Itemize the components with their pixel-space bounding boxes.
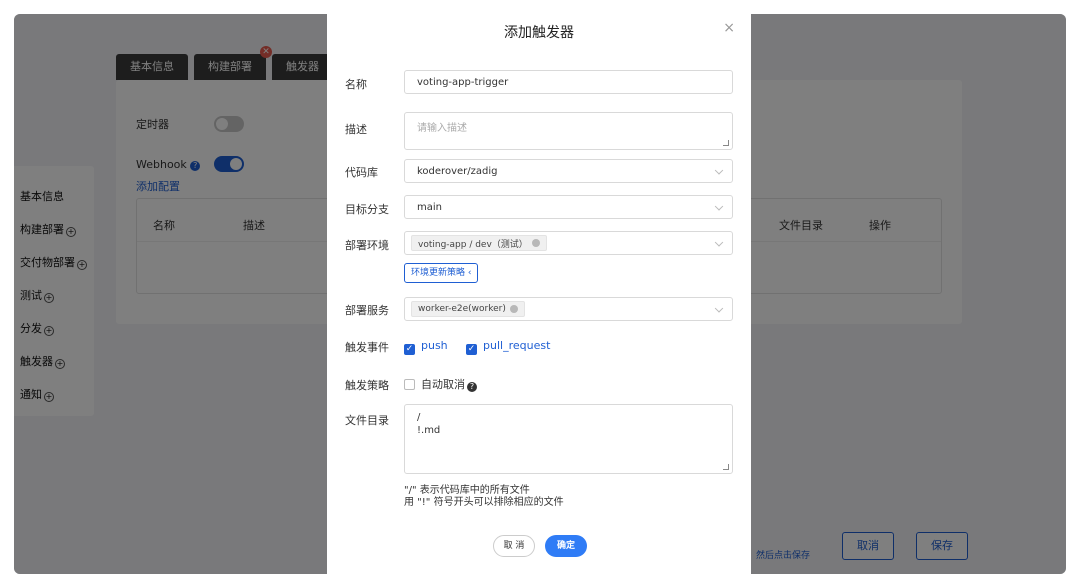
dir-hint-2: 用 "!" 符号开头可以排除相应的文件 xyxy=(404,497,564,508)
event-pr-label: pull_request xyxy=(483,339,551,352)
chevron-down-icon xyxy=(714,166,724,175)
event-push-label: push xyxy=(421,339,448,352)
service-select[interactable]: worker-e2e(worker) xyxy=(404,297,733,321)
resize-handle-icon[interactable] xyxy=(723,464,729,470)
service-tag-text: worker-e2e(worker) xyxy=(418,304,506,314)
chevron-down-icon xyxy=(714,202,724,211)
env-tag: voting-app / dev（测试） xyxy=(411,235,547,251)
repo-label: 代码库 xyxy=(345,166,378,179)
resize-handle-icon[interactable] xyxy=(723,140,729,146)
dialog-title: 添加触发器 xyxy=(504,25,574,41)
chevron-down-icon xyxy=(714,238,724,247)
strategy-label: 触发策略 xyxy=(345,379,389,392)
desc-textarea[interactable]: 请输入描述 xyxy=(404,112,733,150)
add-trigger-dialog: 添加触发器 × 名称 voting-app-trigger 描述 请输入描述 代… xyxy=(327,14,751,574)
env-tag-text: voting-app / dev（测试） xyxy=(418,239,528,250)
env-label: 部署环境 xyxy=(345,239,389,252)
checkbox-checked-icon: ✓ xyxy=(404,344,415,355)
service-label: 部署服务 xyxy=(345,304,389,317)
service-tag: worker-e2e(worker) xyxy=(411,301,525,317)
checkbox-unchecked-icon xyxy=(404,379,415,390)
dir-line: !.md xyxy=(417,425,441,436)
auto-cancel-label: 自动取消 xyxy=(421,378,465,391)
checkbox-checked-icon: ✓ xyxy=(466,344,477,355)
name-label: 名称 xyxy=(345,78,367,91)
event-pr-checkbox[interactable]: ✓ pull_request xyxy=(466,339,550,355)
dir-line: / xyxy=(417,412,421,423)
desc-placeholder: 请输入描述 xyxy=(417,123,467,134)
desc-label: 描述 xyxy=(345,123,367,136)
dir-textarea[interactable]: / !.md xyxy=(404,404,733,474)
env-select[interactable]: voting-app / dev（测试） xyxy=(404,231,733,255)
chevron-down-icon xyxy=(714,304,724,313)
help-icon[interactable]: ? xyxy=(467,382,477,392)
dir-label: 文件目录 xyxy=(345,414,389,427)
event-push-checkbox[interactable]: ✓ push xyxy=(404,339,448,355)
branch-select[interactable]: main xyxy=(404,195,733,219)
branch-label: 目标分支 xyxy=(345,203,389,216)
event-label: 触发事件 xyxy=(345,341,389,354)
confirm-button[interactable]: 确定 xyxy=(545,535,587,557)
repo-value: koderover/zadig xyxy=(417,165,498,177)
window-frame: 基本信息 构建部署✕ 触发器 定时器 Webhook ? 添加配置 名称 描述 … xyxy=(14,14,1066,574)
close-icon[interactable]: × xyxy=(723,20,735,36)
branch-value: main xyxy=(417,201,442,213)
name-input[interactable]: voting-app-trigger xyxy=(404,70,733,94)
repo-select[interactable]: koderover/zadig xyxy=(404,159,733,183)
env-strategy-button[interactable]: 环境更新策略 ‹ xyxy=(404,263,479,283)
tag-close-icon[interactable] xyxy=(509,305,518,313)
tag-close-icon[interactable] xyxy=(531,239,540,247)
auto-cancel-checkbox[interactable]: 自动取消? xyxy=(404,376,477,392)
cancel-button[interactable]: 取 消 xyxy=(493,535,535,557)
